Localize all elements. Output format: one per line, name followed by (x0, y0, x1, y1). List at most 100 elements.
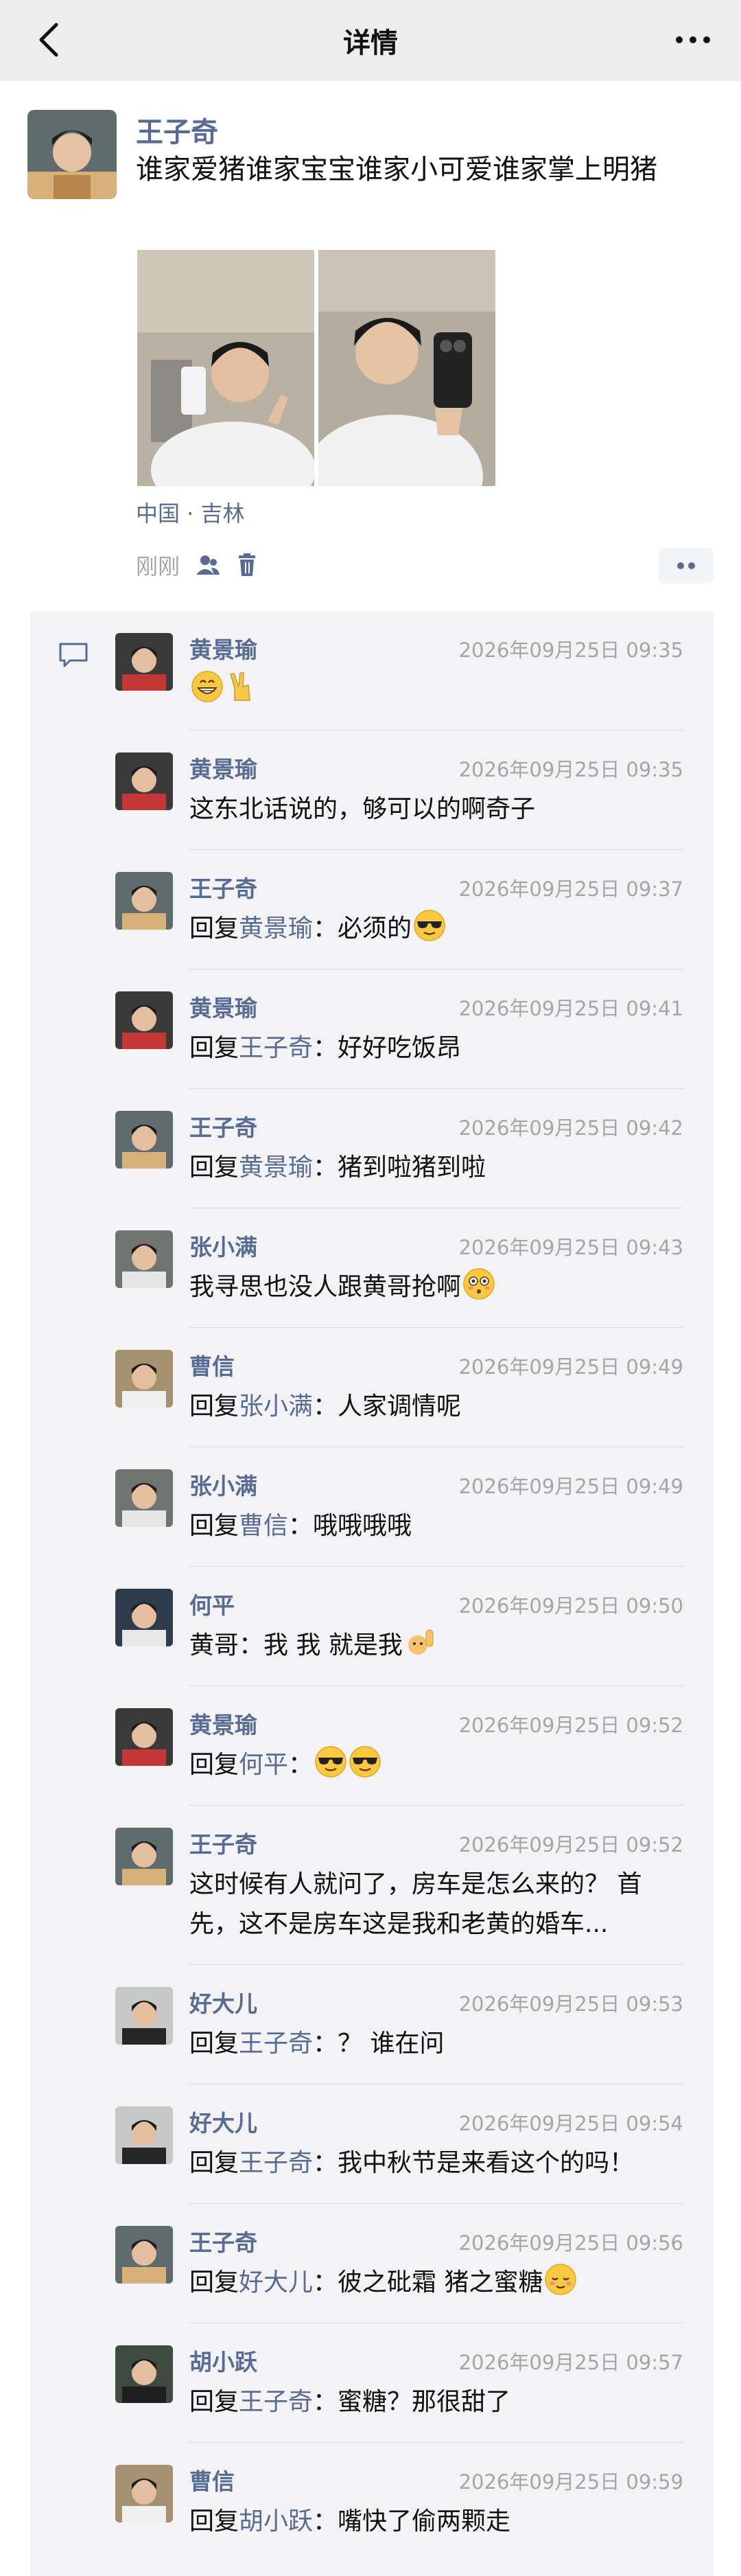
commenter-avatar[interactable] (115, 2465, 173, 2522)
comment-body: 黄哥：我 我 就是我 (189, 1631, 403, 1659)
reply-target-name[interactable]: 曹信 (239, 1512, 288, 1540)
comment-time: 2026年09月25日 09:35 (458, 639, 683, 662)
sunglasses-emoji-icon (315, 1746, 346, 1778)
commenter-avatar[interactable] (115, 1230, 173, 1288)
author-avatar[interactable] (27, 110, 117, 199)
comment-text: 回复曹信：哦哦哦哦 (189, 1506, 677, 1546)
commenter-avatar[interactable] (115, 1469, 173, 1527)
comment-item[interactable]: 王子奇 2026年09月25日 09:52 这时候有人就问了，房车是怎么来的？ 首先… (30, 1806, 714, 1965)
commenter-name[interactable]: 黄景瑜 (189, 751, 257, 784)
comment-item[interactable]: 黄景瑜 2026年09月25日 09:41 回复王子奇：好好吃饭昂 (30, 969, 714, 1089)
two-dots-icon (677, 562, 695, 569)
commenter-avatar[interactable] (115, 1111, 173, 1169)
comment-time: 2026年09月25日 09:52 (458, 1833, 683, 1856)
commenter-avatar[interactable] (115, 1987, 173, 2045)
comment-item[interactable]: 王子奇 2026年09月25日 09:42 回复黄景瑜：猪到啦猪到啦 (30, 1089, 714, 1208)
comment-item[interactable]: 黄景瑜 2026年09月25日 09:35 (30, 611, 714, 731)
comment-time: 2026年09月25日 09:50 (458, 1594, 683, 1618)
commenter-avatar[interactable] (115, 2345, 173, 2403)
comment-item[interactable]: 黄景瑜 2026年09月25日 09:52 回复何平： (30, 1686, 714, 1806)
comment-item[interactable]: 曹信 2026年09月25日 09:59 回复胡小跃：嘴快了偷两颗走 (30, 2443, 714, 2562)
reply-target-name[interactable]: 王子奇 (239, 2149, 313, 2177)
commenter-avatar[interactable] (115, 1828, 173, 1885)
reply-target-name[interactable]: 黄景瑜 (239, 1153, 313, 1182)
comment-text: 黄哥：我 我 就是我 (189, 1626, 677, 1666)
comment-time: 2026年09月25日 09:43 (458, 1236, 683, 1259)
comment-item[interactable]: 何平 2026年09月25日 09:50 黄哥：我 我 就是我 (30, 1567, 714, 1686)
comment-time: 2026年09月25日 09:59 (458, 2470, 683, 2494)
commenter-avatar[interactable] (115, 1708, 173, 1766)
reply-target-name[interactable]: 胡小跃 (239, 2507, 313, 2535)
sunglasses-emoji-icon (414, 910, 445, 941)
commenter-name[interactable]: 黄景瑜 (189, 1707, 257, 1740)
commenter-name[interactable]: 王子奇 (189, 871, 257, 904)
comment-body: ：猪到啦猪到啦 (313, 1153, 486, 1182)
reply-target-name[interactable]: 王子奇 (239, 2388, 313, 2416)
post-photo[interactable] (318, 250, 495, 486)
comment-item[interactable]: 胡小跃 2026年09月25日 09:57 回复王子奇：蜜糖？那很甜了 (30, 2323, 714, 2443)
post-photo[interactable] (137, 250, 314, 486)
reply-prefix: 回复 (189, 2388, 239, 2416)
comment-text: 回复好大儿：彼之砒霜 猪之蜜糖 (189, 2263, 677, 2303)
commenter-avatar[interactable] (115, 2106, 173, 2164)
reply-prefix: 回复 (189, 2507, 239, 2535)
comment-item[interactable]: 好大儿 2026年09月25日 09:53 回复王子奇：？ 谁在问 (30, 1965, 714, 2084)
more-options-icon[interactable] (672, 26, 714, 54)
reply-target-name[interactable]: 何平 (239, 1751, 288, 1779)
comment-item[interactable]: 王子奇 2026年09月25日 09:56 回复好大儿：彼之砒霜 猪之蜜糖 (30, 2204, 714, 2323)
commenter-name[interactable]: 胡小跃 (189, 2344, 257, 2377)
reply-target-name[interactable]: 王子奇 (239, 2029, 313, 2058)
comment-text: 回复黄景瑜：必须的 (189, 909, 677, 949)
reply-prefix: 回复 (189, 2149, 239, 2177)
reply-target-name[interactable]: 好大儿 (239, 2268, 313, 2297)
comment-time: 2026年09月25日 09:53 (458, 1992, 683, 2016)
commenter-name[interactable]: 黄景瑜 (189, 990, 257, 1023)
author-name[interactable]: 王子奇 (136, 110, 218, 150)
comment-time: 2026年09月25日 09:49 (458, 1355, 683, 1379)
reply-prefix: 回复 (189, 2029, 239, 2058)
visibility-people-icon[interactable] (193, 551, 221, 579)
comment-time: 2026年09月25日 09:42 (458, 1116, 683, 1140)
comment-body: 我寻思也没人跟黄哥抢啊 (189, 1273, 462, 1301)
commenter-name[interactable]: 王子奇 (189, 2224, 257, 2257)
commenter-name[interactable]: 曹信 (189, 2463, 235, 2496)
comment-body: 这时候有人就问了，房车是怎么来的？ 首先，这不是房车这是我和老黄的婚车... (189, 1870, 642, 1938)
comment-item[interactable]: 张小满 2026年09月25日 09:43 我寻思也没人跟黄哥抢啊 (30, 1208, 714, 1328)
comment-item[interactable]: 张小满 2026年09月25日 09:49 回复曹信：哦哦哦哦 (30, 1447, 714, 1567)
commenter-name[interactable]: 王子奇 (189, 1826, 257, 1859)
comment-time: 2026年09月25日 09:49 (458, 1475, 683, 1498)
comment-time: 2026年09月25日 09:41 (458, 997, 683, 1020)
delete-trash-icon[interactable] (233, 551, 261, 579)
comment-item[interactable]: 王子奇 2026年09月25日 09:37 回复黄景瑜：必须的 (30, 850, 714, 969)
navigation-bar: 详情 (0, 0, 741, 81)
commenter-avatar[interactable] (115, 752, 173, 810)
location-label[interactable]: 中国 · 吉林 (136, 496, 245, 528)
reply-target-name[interactable]: 黄景瑜 (239, 915, 313, 943)
reply-target-name[interactable]: 王子奇 (239, 1034, 313, 1062)
commenter-name[interactable]: 张小满 (189, 1468, 257, 1501)
comment-text: 这时候有人就问了，房车是怎么来的？ 首先，这不是房车这是我和老黄的婚车... (189, 1865, 677, 1944)
commenter-avatar[interactable] (115, 872, 173, 930)
commenter-name[interactable]: 曹信 (189, 1348, 235, 1381)
commenter-name[interactable]: 张小满 (189, 1229, 257, 1262)
grin-emoji-icon (191, 671, 223, 702)
commenter-avatar[interactable] (115, 2226, 173, 2284)
commenter-name[interactable]: 好大儿 (189, 2105, 257, 2138)
commenter-name[interactable]: 何平 (189, 1587, 235, 1620)
comment-item[interactable]: 曹信 2026年09月25日 09:49 回复张小满：人家调情呢 (30, 1328, 714, 1447)
commenter-name[interactable]: 黄景瑜 (189, 632, 257, 665)
back-arrow-icon[interactable] (33, 19, 67, 60)
reply-target-name[interactable]: 张小满 (239, 1392, 313, 1421)
comment-item[interactable]: 黄景瑜 2026年09月25日 09:35 这东北话说的，够可以的啊奇子 (30, 731, 714, 850)
reply-prefix: 回复 (189, 915, 239, 943)
commenter-name[interactable]: 王子奇 (189, 1109, 257, 1142)
like-comment-button[interactable] (659, 548, 714, 584)
commenter-avatar[interactable] (115, 1589, 173, 1646)
victory-emoji-icon (230, 672, 250, 701)
commenter-name[interactable]: 好大儿 (189, 1986, 257, 2019)
commenter-avatar[interactable] (115, 633, 173, 691)
comment-body: ：？ 谁在问 (313, 2029, 445, 2058)
comment-item[interactable]: 好大儿 2026年09月25日 09:54 回复王子奇：我中秋节是来看这个的吗！ (30, 2084, 714, 2204)
commenter-avatar[interactable] (115, 991, 173, 1049)
commenter-avatar[interactable] (115, 1350, 173, 1407)
